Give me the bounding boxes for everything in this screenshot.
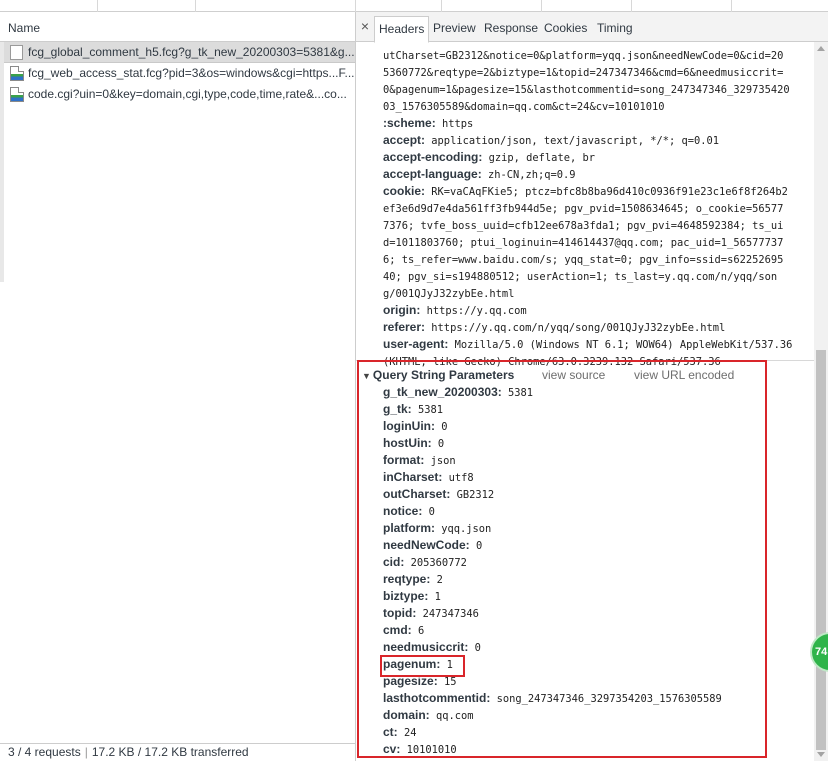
header-line: 0&pagenum=1&pagesize=15&lasthotcommentid…: [383, 84, 790, 96]
header-line: user-agent: Mozilla/5.0 (Windows NT 6.1;…: [383, 337, 793, 351]
image-icon: [10, 87, 24, 102]
request-name: fcg_web_access_stat.fcg?pid=3&os=windows…: [28, 66, 355, 80]
toolbar-cell: [98, 0, 196, 12]
toolbar-cell: [542, 0, 632, 12]
tab-cookies[interactable]: Cookies: [540, 16, 591, 42]
tab-preview[interactable]: Preview: [429, 16, 480, 42]
header-line: d=1011803760; ptui_loginuin=414614437@qq…: [383, 237, 784, 249]
header-line: 03_1576305589&domain=qq.com&ct=24&cv=101…: [383, 101, 665, 113]
pagenum-highlight-box: [380, 655, 465, 677]
document-icon: [10, 45, 23, 60]
header-line: accept: application/json, text/javascrip…: [383, 133, 720, 147]
header-line: origin: https://y.qq.com: [383, 303, 527, 317]
header-line: ef3e6d9d7e4da561ff3fb944d5e; pgv_pvid=15…: [383, 203, 784, 215]
request-list: fcg_global_comment_h5.fcg?g_tk_new_20200…: [4, 42, 355, 105]
tab-timing[interactable]: Timing: [593, 16, 637, 42]
headers-content: utCharset=GB2312&notice=0&platform=yqq.j…: [356, 42, 814, 761]
close-icon[interactable]: ×: [358, 17, 372, 35]
header-line: 7376; tvfe_boss_uuid=cfb12ee678a3fda1; p…: [383, 220, 784, 232]
tab-response[interactable]: Response: [480, 16, 542, 42]
toolbar-cell: [356, 0, 442, 12]
tab-headers[interactable]: Headers: [374, 16, 430, 43]
toolbar-cell: [196, 0, 356, 12]
name-column-header[interactable]: Name: [0, 12, 355, 42]
header-line: accept-encoding: gzip, deflate, br: [383, 150, 595, 164]
toolbar-cell: [632, 0, 732, 12]
request-name: fcg_global_comment_h5.fcg?g_tk_new_20200…: [28, 45, 355, 59]
transfer-size: 17.2 KB / 17.2 KB transferred: [91, 745, 249, 759]
header-line: 6; ts_refer=www.baidu.com/s; yqq_stat=0;…: [383, 254, 784, 266]
query-params-highlight-box: [357, 360, 767, 758]
request-row-access-stat[interactable]: fcg_web_access_stat.fcg?pid=3&os=windows…: [4, 63, 355, 84]
header-line: cookie: RK=vaCAqFKie5; ptcz=bfc8b8ba96d4…: [383, 184, 788, 198]
toolbar-cell: [442, 0, 542, 12]
header-line: g/001QJyJ32zybEe.html: [383, 288, 515, 300]
request-count: 3 / 4 requests: [8, 745, 81, 759]
request-row-code[interactable]: code.cgi?uin=0&key=domain,cgi,type,code,…: [4, 84, 355, 105]
request-detail-panel: × Headers Preview Response Cookies Timin…: [356, 12, 828, 761]
header-line: 5360772&reqtype=2&biztype=1&topid=247347…: [383, 67, 784, 79]
request-list-panel: Name fcg_global_comment_h5.fcg?g_tk_new_…: [0, 12, 356, 761]
detail-tabbar: × Headers Preview Response Cookies Timin…: [356, 12, 828, 43]
top-toolbar-strip: [0, 0, 828, 12]
scroll-down-arrow-icon[interactable]: [817, 752, 825, 757]
scrollbar-thumb[interactable]: [816, 350, 826, 750]
request-name: code.cgi?uin=0&key=domain,cgi,type,code,…: [28, 87, 347, 101]
scroll-up-arrow-icon[interactable]: [817, 46, 825, 51]
header-line: 40; pgv_si=s194880512; userAction=1; ts_…: [383, 271, 778, 283]
toolbar-cell: [732, 0, 828, 12]
header-line: referer: https://y.qq.com/n/yqq/song/001…: [383, 320, 726, 334]
network-status-bar: 3 / 4 requests | 17.2 KB / 17.2 KB transfe…: [0, 743, 355, 761]
image-icon: [10, 66, 24, 81]
status-separator: |: [84, 745, 88, 759]
request-row-comment[interactable]: fcg_global_comment_h5.fcg?g_tk_new_20200…: [4, 42, 355, 63]
header-line: utCharset=GB2312&notice=0&platform=yqq.j…: [383, 50, 784, 62]
toolbar-cell: [0, 0, 98, 12]
header-line: :scheme: https: [383, 116, 474, 130]
name-column-label: Name: [8, 21, 41, 35]
header-line: accept-language: zh-CN,zh;q=0.9: [383, 167, 576, 181]
